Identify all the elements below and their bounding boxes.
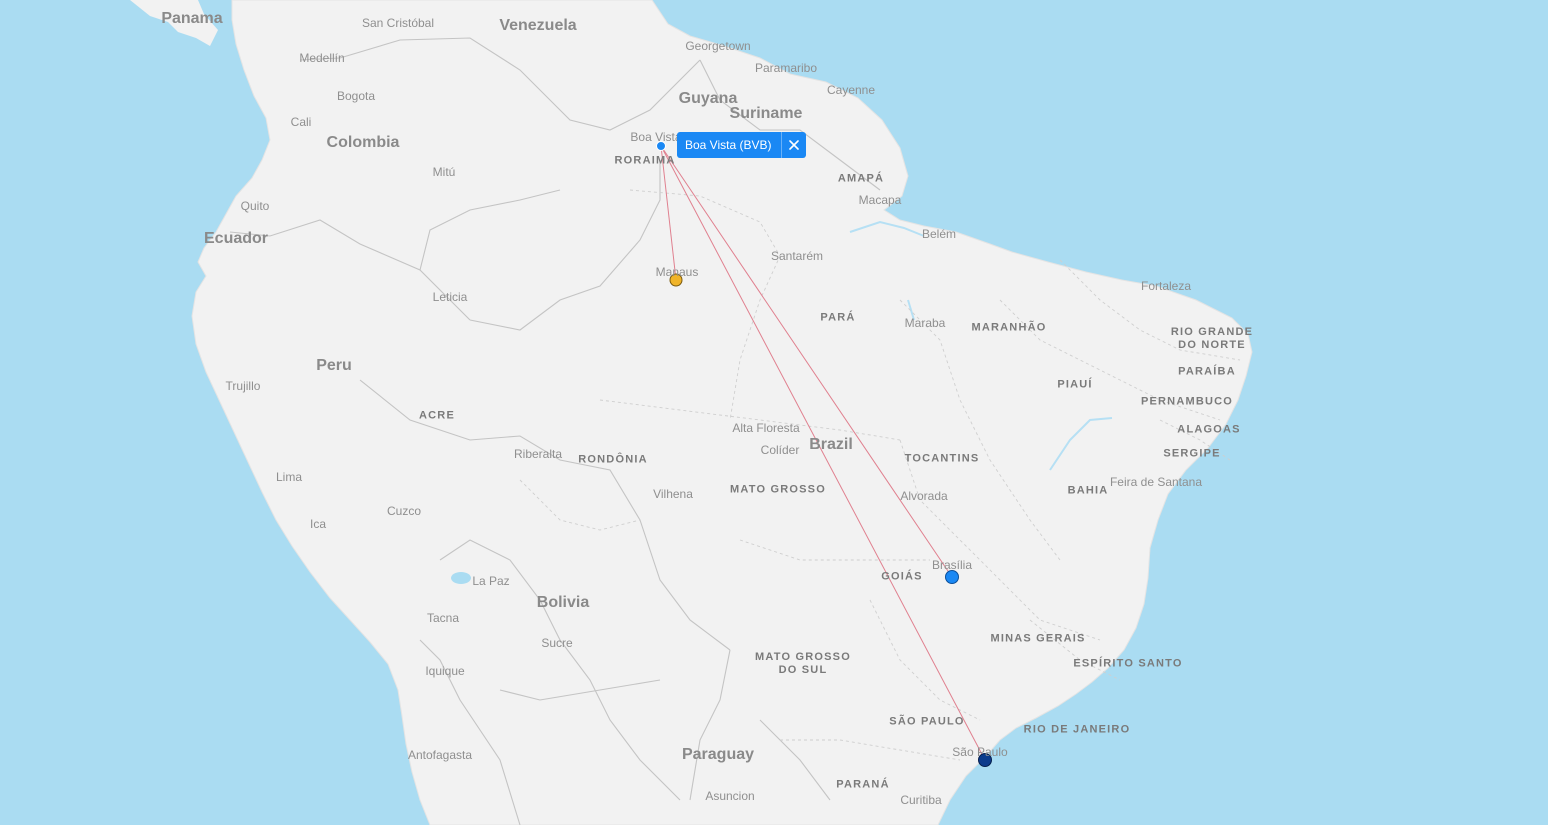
lake-titicaca xyxy=(451,572,471,584)
airport-tooltip: Boa Vista (BVB) xyxy=(677,132,807,158)
marker-boa-vista[interactable] xyxy=(656,141,666,151)
marker-sao-paulo[interactable] xyxy=(978,753,992,767)
route-map[interactable]: Panama Venezuela Guyana Suriname Colombi… xyxy=(0,0,1548,825)
close-icon xyxy=(789,140,800,150)
tooltip-close-button[interactable] xyxy=(781,132,806,158)
marker-manaus[interactable] xyxy=(669,273,683,287)
marker-brasilia[interactable] xyxy=(945,570,959,584)
map-canvas xyxy=(0,0,1548,825)
tooltip-label: Boa Vista (BVB) xyxy=(685,138,772,152)
